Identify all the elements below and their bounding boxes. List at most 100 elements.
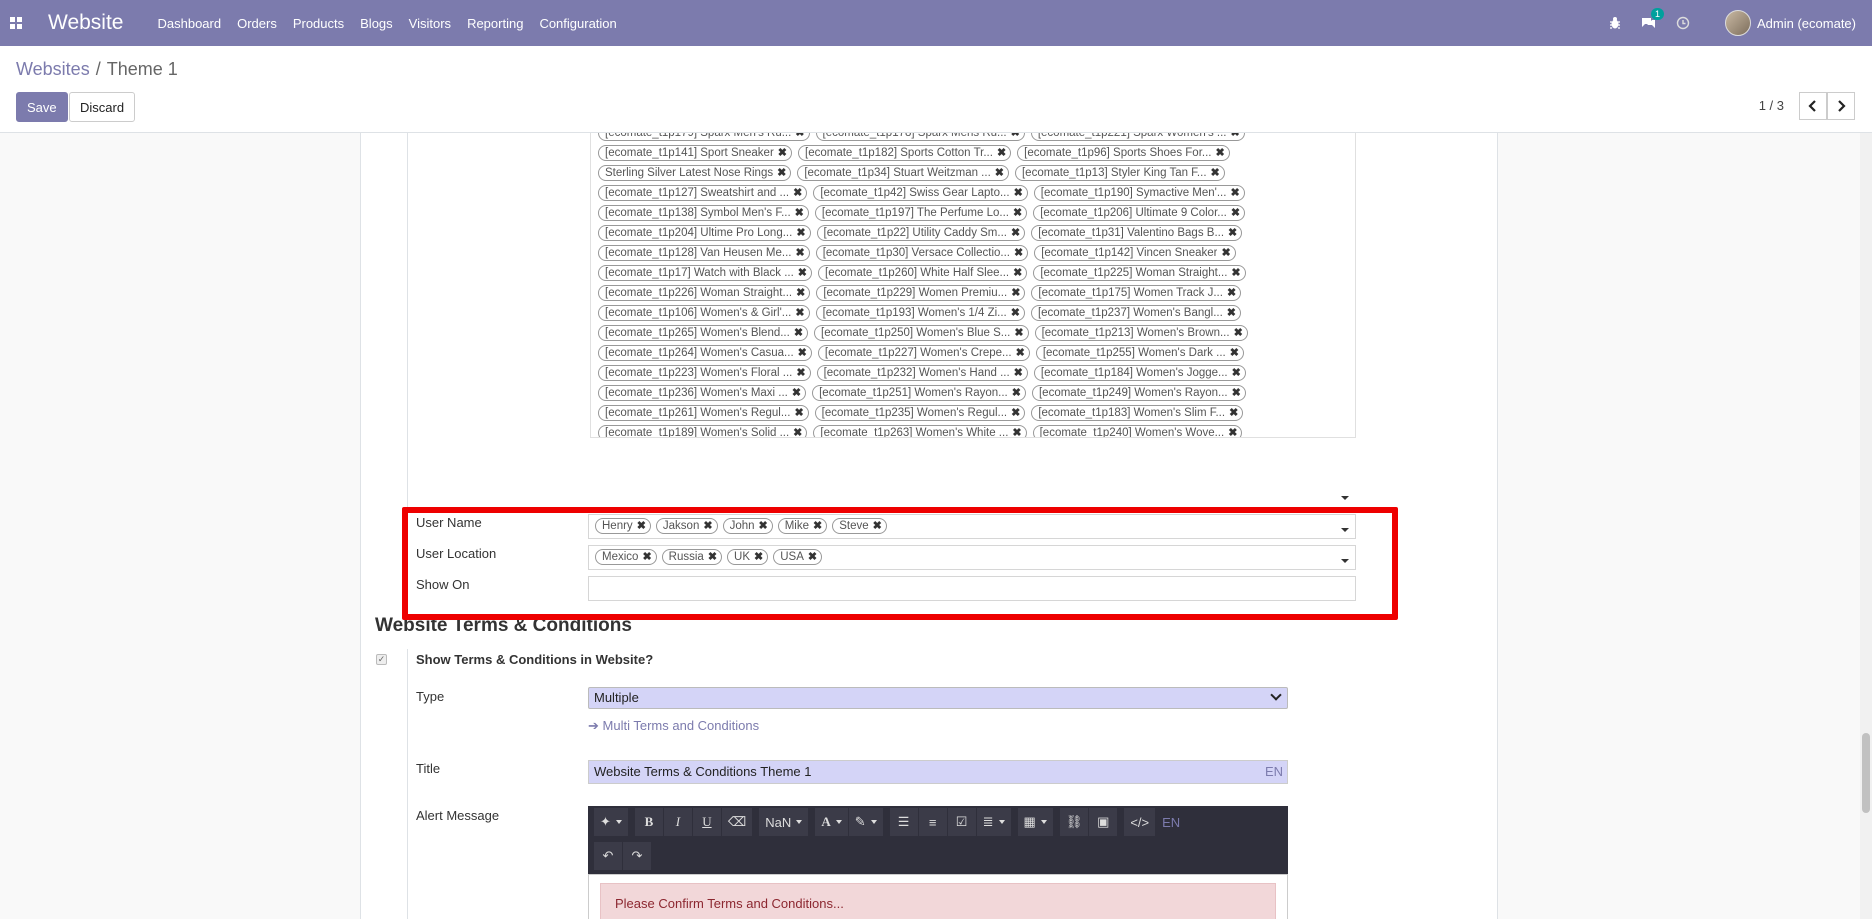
menu-visitors[interactable]: Visitors	[401, 16, 459, 31]
italic-icon[interactable]: I	[663, 808, 692, 836]
field-tag[interactable]: Henry ✖	[595, 518, 651, 534]
remove-tag-icon[interactable]: ✖	[708, 550, 717, 564]
menu-products[interactable]: Products	[285, 16, 352, 31]
remove-tag-icon[interactable]: ✖	[1231, 266, 1240, 280]
page-scrollbar[interactable]	[1860, 133, 1872, 919]
remove-tag-icon[interactable]: ✖	[813, 519, 822, 533]
remove-tag-icon[interactable]: ✖	[794, 326, 803, 340]
menu-orders[interactable]: Orders	[229, 16, 285, 31]
product-tag[interactable]: [ecomate_t1p22] Utility Caddy Sm... ✖	[816, 225, 1026, 241]
product-tag[interactable]: [ecomate_t1p183] Women's Slim F... ✖	[1031, 405, 1244, 421]
pager-next-button[interactable]	[1827, 92, 1855, 120]
remove-tag-icon[interactable]: ✖	[1232, 386, 1241, 400]
product-tag[interactable]: [ecomate_t1p175] Women Track J... ✖	[1031, 285, 1242, 301]
remove-tag-icon[interactable]: ✖	[792, 386, 801, 400]
remove-tag-icon[interactable]: ✖	[1228, 426, 1237, 437]
remove-tag-icon[interactable]: ✖	[1234, 326, 1243, 340]
product-tag[interactable]: [ecomate_t1p142] Vincen Sneaker ✖	[1034, 245, 1236, 261]
product-tag[interactable]: [ecomate_t1p30] Versace Collectio... ✖	[815, 245, 1029, 261]
product-tag[interactable]: [ecomate_t1p96] Sports Shoes For... ✖	[1017, 145, 1230, 161]
product-tag[interactable]: [ecomate_t1p237] Women's Bangl... ✖	[1030, 305, 1242, 321]
product-tag[interactable]: [ecomate_t1p13] Styler King Tan F... ✖	[1014, 165, 1225, 181]
menu-blogs[interactable]: Blogs	[352, 16, 401, 31]
products-tags-field[interactable]: [ecomate_t1p179] Sparx Men's Ru... ✖ [ecom…	[590, 133, 1356, 438]
product-tag[interactable]: [ecomate_t1p263] Women's White ... ✖	[813, 425, 1027, 437]
remove-tag-icon[interactable]: ✖	[1014, 366, 1023, 380]
product-tag[interactable]: [ecomate_t1p235] Women's Regul... ✖	[814, 405, 1026, 421]
type-select[interactable]: Multiple	[588, 687, 1288, 709]
caret-down-icon[interactable]	[1341, 496, 1349, 500]
product-tag[interactable]: [ecomate_t1p204] Ultime Pro Long... ✖	[598, 225, 811, 241]
remove-tag-icon[interactable]: ✖	[1211, 166, 1220, 180]
remove-tag-icon[interactable]: ✖	[1221, 246, 1230, 260]
remove-tag-icon[interactable]: ✖	[794, 406, 803, 420]
font-size-dropdown[interactable]: NaN	[759, 808, 809, 836]
field-tag[interactable]: USA ✖	[773, 549, 823, 565]
remove-tag-icon[interactable]: ✖	[1013, 266, 1022, 280]
redo-icon[interactable]: ↷	[623, 842, 651, 870]
remove-tag-icon[interactable]: ✖	[1011, 226, 1020, 240]
remove-tag-icon[interactable]: ✖	[1230, 346, 1239, 360]
title-input[interactable]: Website Terms & Conditions Theme 1 EN	[588, 760, 1288, 784]
product-tag[interactable]: [ecomate_t1p249] Women's Rayon... ✖	[1031, 385, 1246, 401]
caret-down-icon[interactable]	[1341, 559, 1349, 563]
product-tag[interactable]: [ecomate_t1p240] Women's Wove... ✖	[1032, 425, 1243, 437]
app-brand[interactable]: Website	[48, 11, 123, 35]
product-tag[interactable]: [ecomate_t1p178] Sparx Mens Ru... ✖	[815, 133, 1025, 141]
menu-configuration[interactable]: Configuration	[531, 16, 624, 31]
field-tag[interactable]: Steve ✖	[832, 518, 887, 534]
remove-tag-icon[interactable]: ✖	[796, 286, 805, 300]
remove-tag-icon[interactable]: ✖	[759, 519, 768, 533]
remove-tag-icon[interactable]: ✖	[703, 519, 712, 533]
user-name-field[interactable]: Henry ✖ Jakson ✖ John ✖ Mike ✖ Steve ✖	[588, 514, 1356, 539]
remove-tag-icon[interactable]: ✖	[1229, 406, 1238, 420]
remove-tag-icon[interactable]: ✖	[873, 519, 882, 533]
remove-tag-icon[interactable]: ✖	[795, 246, 804, 260]
field-tag[interactable]: UK ✖	[727, 549, 769, 565]
remove-tag-icon[interactable]: ✖	[798, 346, 807, 360]
product-tag[interactable]: [ecomate_t1p128] Van Heusen Me... ✖	[598, 245, 810, 261]
bullet-list-icon[interactable]: ☰	[889, 808, 918, 836]
remove-tag-icon[interactable]: ✖	[808, 550, 817, 564]
debug-bug-icon[interactable]	[1605, 13, 1625, 33]
remove-tag-icon[interactable]: ✖	[778, 146, 787, 160]
activity-clock-icon[interactable]	[1673, 13, 1693, 33]
product-tag[interactable]: [ecomate_t1p265] Women's Blend... ✖	[598, 325, 809, 341]
remove-tag-icon[interactable]: ✖	[642, 550, 651, 564]
remove-tag-icon[interactable]: ✖	[1228, 226, 1237, 240]
product-tag[interactable]: [ecomate_t1p189] Women's Solid ... ✖	[598, 425, 808, 437]
save-button[interactable]: Save	[16, 92, 68, 122]
product-tag[interactable]: [ecomate_t1p221] Sparx Women's ... ✖	[1030, 133, 1245, 141]
field-tag[interactable]: Jakson ✖	[655, 518, 718, 534]
product-tag[interactable]: [ecomate_t1p255] Women's Dark ... ✖	[1035, 345, 1244, 361]
discard-button[interactable]: Discard	[69, 92, 136, 122]
messages-icon[interactable]: 1	[1639, 8, 1665, 33]
underline-icon[interactable]: U	[692, 808, 721, 836]
product-tag[interactable]: [ecomate_t1p182] Sports Cotton Tr... ✖	[798, 145, 1012, 161]
remove-tag-icon[interactable]: ✖	[1014, 326, 1023, 340]
remove-tag-icon[interactable]: ✖	[1011, 406, 1020, 420]
font-color-icon[interactable]: A	[815, 808, 848, 836]
remove-tag-icon[interactable]: ✖	[793, 426, 802, 437]
remove-tag-icon[interactable]: ✖	[795, 133, 804, 140]
remove-tag-icon[interactable]: ✖	[793, 186, 802, 200]
remove-tag-icon[interactable]: ✖	[1016, 346, 1025, 360]
product-tag[interactable]: [ecomate_t1p197] The Perfume Lo... ✖	[814, 205, 1028, 221]
product-tag[interactable]: [ecomate_t1p206] Ultimate 9 Color... ✖	[1033, 205, 1246, 221]
product-tag[interactable]: [ecomate_t1p260] White Half Slee... ✖	[818, 265, 1028, 281]
field-tag[interactable]: John ✖	[722, 518, 773, 534]
remove-tag-icon[interactable]: ✖	[637, 519, 646, 533]
product-tag[interactable]: [ecomate_t1p232] Women's Hand ... ✖	[816, 365, 1028, 381]
product-tag[interactable]: Sterling Silver Latest Nose Rings ✖	[598, 165, 792, 181]
product-tag[interactable]: [ecomate_t1p223] Women's Floral ... ✖	[598, 365, 811, 381]
bold-icon[interactable]: B	[634, 808, 663, 836]
product-tag[interactable]: [ecomate_t1p227] Women's Crepe... ✖	[817, 345, 1030, 361]
product-tag[interactable]: [ecomate_t1p251] Women's Rayon... ✖	[812, 385, 1026, 401]
remove-tag-icon[interactable]: ✖	[1231, 206, 1240, 220]
product-tag[interactable]: [ecomate_t1p261] Women's Regul... ✖	[598, 405, 809, 421]
editor-lang-button[interactable]: EN	[1156, 808, 1186, 836]
remove-tag-icon[interactable]: ✖	[1012, 426, 1021, 437]
user-menu[interactable]: Admin (ecomate)	[1725, 10, 1856, 36]
remove-tag-icon[interactable]: ✖	[997, 146, 1006, 160]
remove-tag-icon[interactable]: ✖	[1013, 206, 1022, 220]
